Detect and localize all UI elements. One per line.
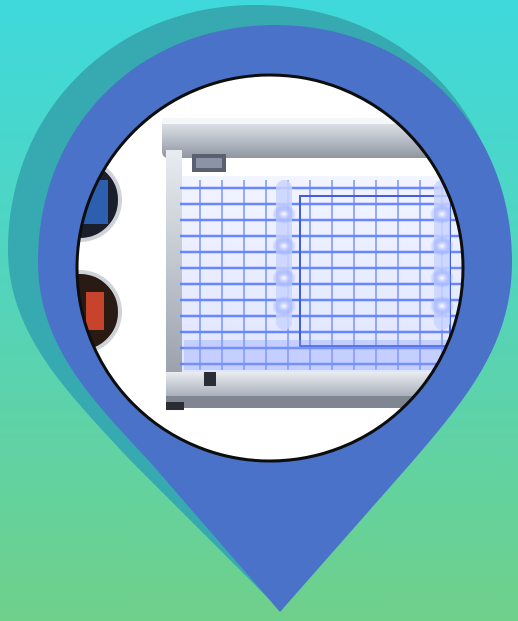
map-pin-graphic	[8, 5, 512, 612]
